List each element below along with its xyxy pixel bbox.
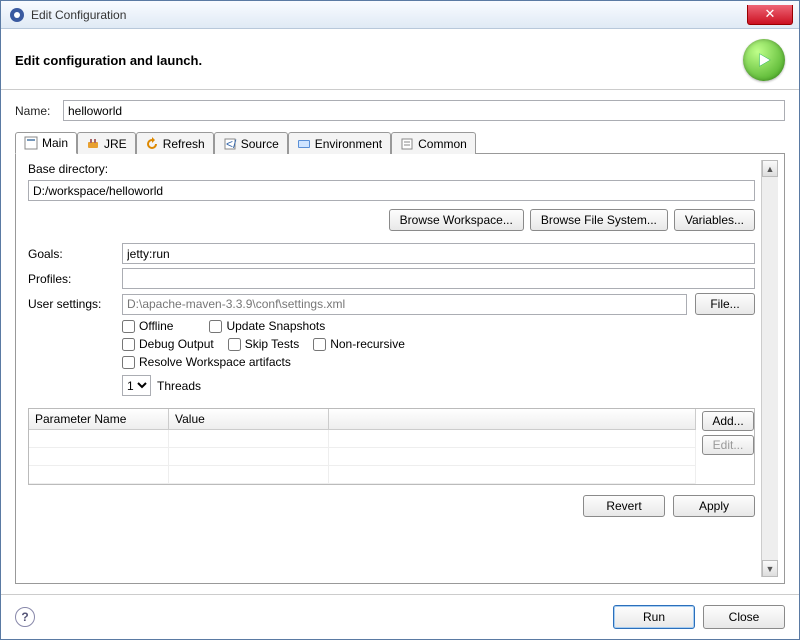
user-settings-label: User settings: (28, 297, 114, 311)
main-tab-icon (24, 136, 38, 150)
table-body[interactable] (29, 430, 696, 484)
profiles-input[interactable] (122, 268, 755, 289)
tab-common[interactable]: Common (391, 132, 476, 154)
tab-bar: Main JRE Refresh </> Source Environment … (15, 131, 785, 154)
tab-label: Main (42, 136, 68, 150)
dialog-header: Edit configuration and launch. (1, 29, 799, 90)
tab-label: JRE (104, 137, 127, 151)
tab-environment[interactable]: Environment (288, 132, 391, 154)
vertical-scrollbar[interactable]: ▲ ▼ (761, 160, 778, 577)
common-tab-icon (400, 137, 414, 151)
dialog-footer: ? Run Close (1, 594, 799, 639)
add-parameter-button[interactable]: Add... (702, 411, 754, 431)
jre-tab-icon (86, 137, 100, 151)
file-button[interactable]: File... (695, 293, 755, 315)
window-title: Edit Configuration (31, 8, 747, 22)
tab-label: Common (418, 137, 467, 151)
non-recursive-checkbox[interactable]: Non-recursive (313, 337, 405, 351)
offline-checkbox[interactable]: Offline (122, 319, 173, 333)
scroll-up-arrow[interactable]: ▲ (762, 160, 778, 177)
main-tab-panel: Base directory: Browse Workspace... Brow… (22, 160, 761, 577)
threads-select[interactable]: 1 (122, 375, 151, 396)
browse-filesystem-button[interactable]: Browse File System... (530, 209, 668, 231)
dialog-window: Edit Configuration ✕ Edit configuration … (0, 0, 800, 640)
update-snapshots-checkbox[interactable]: Update Snapshots (209, 319, 325, 333)
apply-button[interactable]: Apply (673, 495, 755, 517)
edit-parameter-button: Edit... (702, 435, 754, 455)
table-row[interactable] (29, 430, 696, 448)
table-row[interactable] (29, 448, 696, 466)
name-label: Name: (15, 104, 63, 118)
scroll-down-arrow[interactable]: ▼ (762, 560, 778, 577)
col-parameter-name[interactable]: Parameter Name (29, 409, 169, 429)
refresh-tab-icon (145, 137, 159, 151)
variables-button[interactable]: Variables... (674, 209, 755, 231)
tab-label: Environment (315, 137, 382, 151)
revert-button[interactable]: Revert (583, 495, 665, 517)
skip-tests-checkbox[interactable]: Skip Tests (228, 337, 299, 351)
run-button[interactable]: Run (613, 605, 695, 629)
window-close-button[interactable]: ✕ (747, 5, 793, 25)
tab-label: Refresh (163, 137, 205, 151)
tab-main[interactable]: Main (15, 132, 77, 154)
table-row[interactable] (29, 466, 696, 484)
dialog-body: Name: Main JRE Refresh </> Source E (1, 90, 799, 594)
browse-workspace-button[interactable]: Browse Workspace... (389, 209, 524, 231)
tab-content: Base directory: Browse Workspace... Brow… (15, 154, 785, 584)
app-icon (9, 7, 25, 23)
col-value[interactable]: Value (169, 409, 329, 429)
debug-output-checkbox[interactable]: Debug Output (122, 337, 214, 351)
resolve-workspace-checkbox[interactable]: Resolve Workspace artifacts (122, 355, 291, 369)
run-icon (743, 39, 785, 81)
goals-label: Goals: (28, 247, 114, 261)
dialog-heading: Edit configuration and launch. (15, 53, 743, 68)
source-tab-icon: </> (223, 137, 237, 151)
name-input[interactable] (63, 100, 785, 121)
tab-source[interactable]: </> Source (214, 132, 288, 154)
goals-input[interactable] (122, 243, 755, 264)
svg-text:</>: </> (226, 137, 237, 151)
titlebar[interactable]: Edit Configuration ✕ (1, 1, 799, 29)
environment-tab-icon (297, 137, 311, 151)
tab-label: Source (241, 137, 279, 151)
base-dir-label: Base directory: (28, 162, 761, 176)
col-rest[interactable] (329, 409, 696, 429)
tab-refresh[interactable]: Refresh (136, 132, 214, 154)
threads-label: Threads (157, 379, 201, 393)
close-button[interactable]: Close (703, 605, 785, 629)
user-settings-input[interactable] (122, 294, 687, 315)
tab-jre[interactable]: JRE (77, 132, 136, 154)
profiles-label: Profiles: (28, 272, 114, 286)
base-dir-input[interactable] (28, 180, 755, 201)
help-icon[interactable]: ? (15, 607, 35, 627)
parameter-table: Parameter Name Value Add... Edit... (28, 408, 755, 485)
